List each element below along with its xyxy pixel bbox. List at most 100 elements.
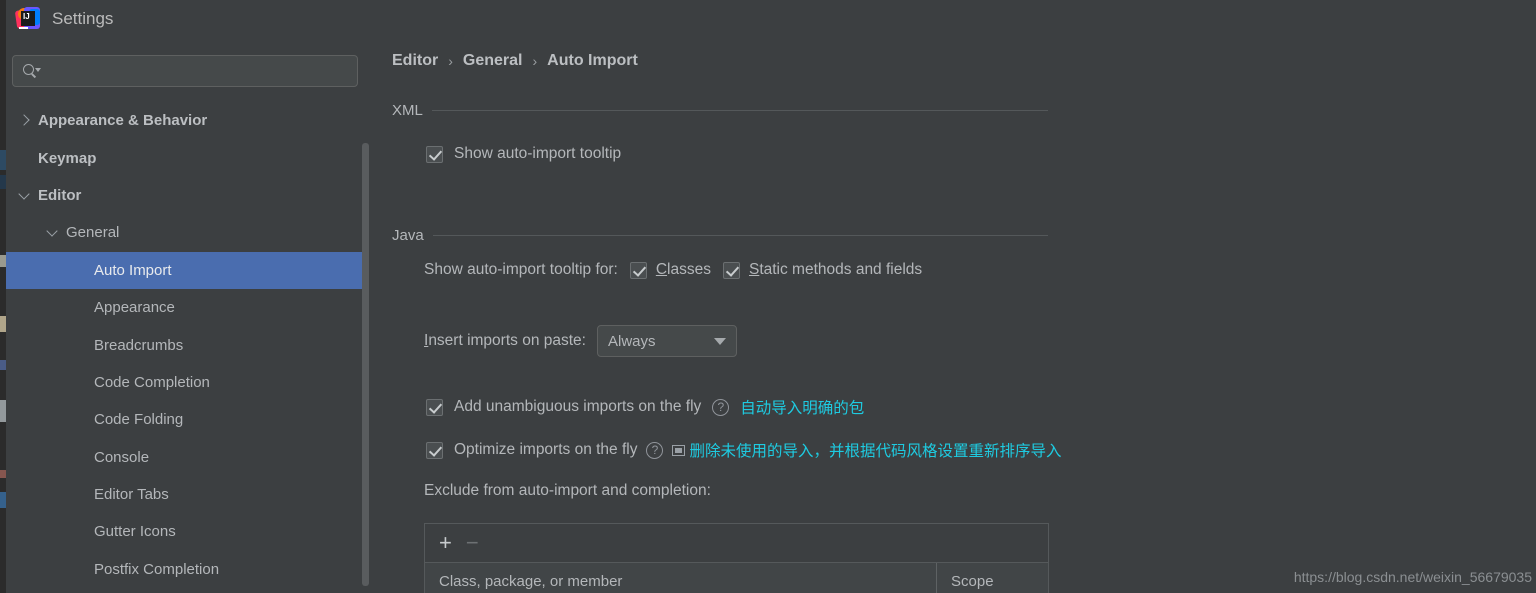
checkbox-add-unambiguous-imports[interactable] bbox=[426, 398, 443, 416]
sidebar-item-code-completion[interactable]: Code Completion bbox=[6, 364, 369, 401]
breadcrumb-item-editor[interactable]: Editor bbox=[392, 52, 438, 70]
sidebar-item-label: Editor bbox=[38, 186, 82, 204]
label-optimize-imports: Optimize imports on the fly bbox=[454, 441, 638, 458]
checkbox-show-auto-import-tooltip[interactable] bbox=[426, 145, 443, 163]
row-optimize-imports: Optimize imports on the fly ? 删除未使用的导入，并… bbox=[426, 439, 1062, 461]
checkbox-classes[interactable] bbox=[629, 261, 647, 279]
sidebar-item-label: Keymap bbox=[38, 149, 97, 167]
checkbox-row-show-xml-tooltip[interactable]: Show auto-import tooltip bbox=[426, 145, 621, 163]
sidebar-item-auto-import[interactable]: Auto Import bbox=[6, 251, 369, 289]
chevron-down-icon[interactable] bbox=[18, 189, 31, 202]
breadcrumb-separator-icon: › bbox=[448, 53, 453, 69]
sidebar-item-label: Console bbox=[94, 448, 150, 466]
sidebar-item-appearance[interactable]: Appearance bbox=[6, 289, 369, 326]
sidebar-item-breadcrumbs[interactable]: Breadcrumbs bbox=[6, 326, 369, 363]
sidebar-item-postfix-completion[interactable]: Postfix Completion bbox=[6, 551, 369, 588]
label-add-unambiguous-imports: Add unambiguous imports on the fly bbox=[454, 398, 702, 415]
search-input[interactable] bbox=[41, 63, 357, 79]
note-box-icon bbox=[672, 444, 686, 456]
exclude-table-header: Class, package, or member Scope bbox=[425, 563, 1048, 593]
intellij-idea-logo-icon: IJ bbox=[14, 7, 40, 31]
sidebar-item-console[interactable]: Console bbox=[6, 439, 369, 476]
chevron-down-icon[interactable] bbox=[713, 337, 726, 345]
help-circle-icon[interactable]: ? bbox=[646, 441, 664, 459]
settings-tree: Appearance & Behavior Keymap Editor General… bbox=[6, 102, 369, 588]
sidebar-item-label: Appearance & Behavior bbox=[38, 112, 208, 130]
dropdown-value: Always bbox=[607, 332, 656, 350]
remove-button: − bbox=[465, 530, 479, 555]
settings-window: IJ Settings Appearance & Behavior Keymap E… bbox=[0, 0, 1536, 593]
chevron-down-icon[interactable] bbox=[46, 226, 59, 239]
checkbox-static-methods-and-fields[interactable] bbox=[722, 261, 740, 279]
column-header-scope[interactable]: Scope bbox=[937, 563, 1048, 593]
sidebar-item-label: Code Folding bbox=[94, 411, 184, 429]
sidebar-item-general[interactable]: General bbox=[6, 214, 369, 251]
settings-main-panel: Editor › General › Auto Import XML Show … bbox=[369, 38, 1536, 593]
sidebar-item-editor-tabs[interactable]: Editor Tabs bbox=[6, 476, 369, 513]
sidebar-item-label: Breadcrumbs bbox=[94, 336, 184, 354]
settings-sidebar: Appearance & Behavior Keymap Editor General… bbox=[6, 38, 369, 593]
chevron-right-icon[interactable] bbox=[18, 114, 31, 127]
sidebar-item-label: Code Completion bbox=[94, 373, 210, 391]
dropdown-insert-imports-on-paste[interactable]: Always bbox=[596, 325, 737, 357]
label-exclude-from-auto-import: Exclude from auto-import and completion: bbox=[424, 482, 711, 500]
add-button[interactable]: + bbox=[439, 532, 452, 554]
sidebar-item-label: Appearance bbox=[94, 299, 175, 317]
exclude-label-text: Exclude from auto-import and completion: bbox=[424, 482, 711, 499]
sidebar-item-label: Auto Import bbox=[94, 261, 172, 279]
sidebar-item-code-folding[interactable]: Code Folding bbox=[6, 401, 369, 438]
breadcrumb-separator-icon: › bbox=[532, 53, 538, 69]
breadcrumb-item-auto-import: Auto Import bbox=[547, 52, 638, 69]
exclude-table: + − Class, package, or member Scope bbox=[424, 523, 1049, 593]
label-insert-rest: nsert imports on paste: bbox=[428, 332, 586, 349]
section-title-java: Java bbox=[392, 227, 424, 244]
label-static-rest: tatic methods and fields bbox=[759, 261, 923, 278]
sidebar-item-label: Gutter Icons bbox=[94, 523, 176, 541]
column-header-class-package-member[interactable]: Class, package, or member bbox=[425, 563, 937, 593]
section-divider bbox=[431, 110, 1048, 111]
mnemonic-s: S bbox=[748, 261, 760, 278]
label-classes-rest: lasses bbox=[667, 261, 711, 278]
row-show-tooltip-for: Show auto-import tooltip for: Classes St… bbox=[424, 261, 922, 279]
annotation-add-unambiguous: 自动导入明确的包 bbox=[740, 400, 865, 417]
row-add-unambiguous-imports: Add unambiguous imports on the fly ? 自动导… bbox=[426, 396, 864, 418]
row-insert-imports-on-paste: Insert imports on paste: Always bbox=[424, 325, 737, 357]
sidebar-item-label: Editor Tabs bbox=[94, 486, 169, 504]
help-circle-icon[interactable]: ? bbox=[712, 398, 730, 416]
sidebar-item-editor[interactable]: Editor bbox=[6, 177, 369, 214]
mnemonic-c: C bbox=[655, 261, 668, 278]
search-box[interactable] bbox=[12, 55, 358, 87]
checkbox-optimize-imports[interactable] bbox=[426, 441, 443, 459]
breadcrumb-item-general[interactable]: General bbox=[463, 52, 523, 70]
search-box-wrapper bbox=[12, 55, 358, 87]
sidebar-item-appearance-behavior[interactable]: Appearance & Behavior bbox=[6, 102, 369, 139]
label-show-auto-import-tooltip: Show auto-import tooltip bbox=[454, 145, 622, 162]
title-bar: IJ Settings bbox=[6, 0, 1536, 38]
annotation-optimize-imports: 删除未使用的导入，并根据代码风格设置重新排序导入 bbox=[689, 443, 1062, 460]
sidebar-item-label: General bbox=[66, 224, 120, 242]
section-xml-header: XML bbox=[392, 102, 1048, 119]
label-classes: Classes bbox=[656, 261, 711, 279]
sidebar-item-gutter-icons[interactable]: Gutter Icons bbox=[6, 513, 369, 550]
sidebar-scrollbar-thumb[interactable] bbox=[362, 143, 369, 586]
watermark: https://blog.csdn.net/weixin_56679035 bbox=[1293, 569, 1532, 585]
search-icon[interactable] bbox=[23, 63, 41, 79]
section-divider bbox=[432, 235, 1048, 236]
label-static-methods-and-fields: Static methods and fields bbox=[749, 261, 922, 279]
sidebar-item-keymap[interactable]: Keymap bbox=[6, 139, 369, 176]
label-insert-imports-on-paste: Insert imports on paste: bbox=[424, 332, 586, 350]
section-title-xml: XML bbox=[392, 102, 423, 119]
sidebar-item-label: Postfix Completion bbox=[94, 560, 220, 578]
breadcrumb: Editor › General › Auto Import bbox=[392, 52, 638, 70]
window-title: Settings bbox=[52, 9, 114, 28]
label-show-auto-import-tooltip-for: Show auto-import tooltip for: bbox=[424, 261, 618, 278]
